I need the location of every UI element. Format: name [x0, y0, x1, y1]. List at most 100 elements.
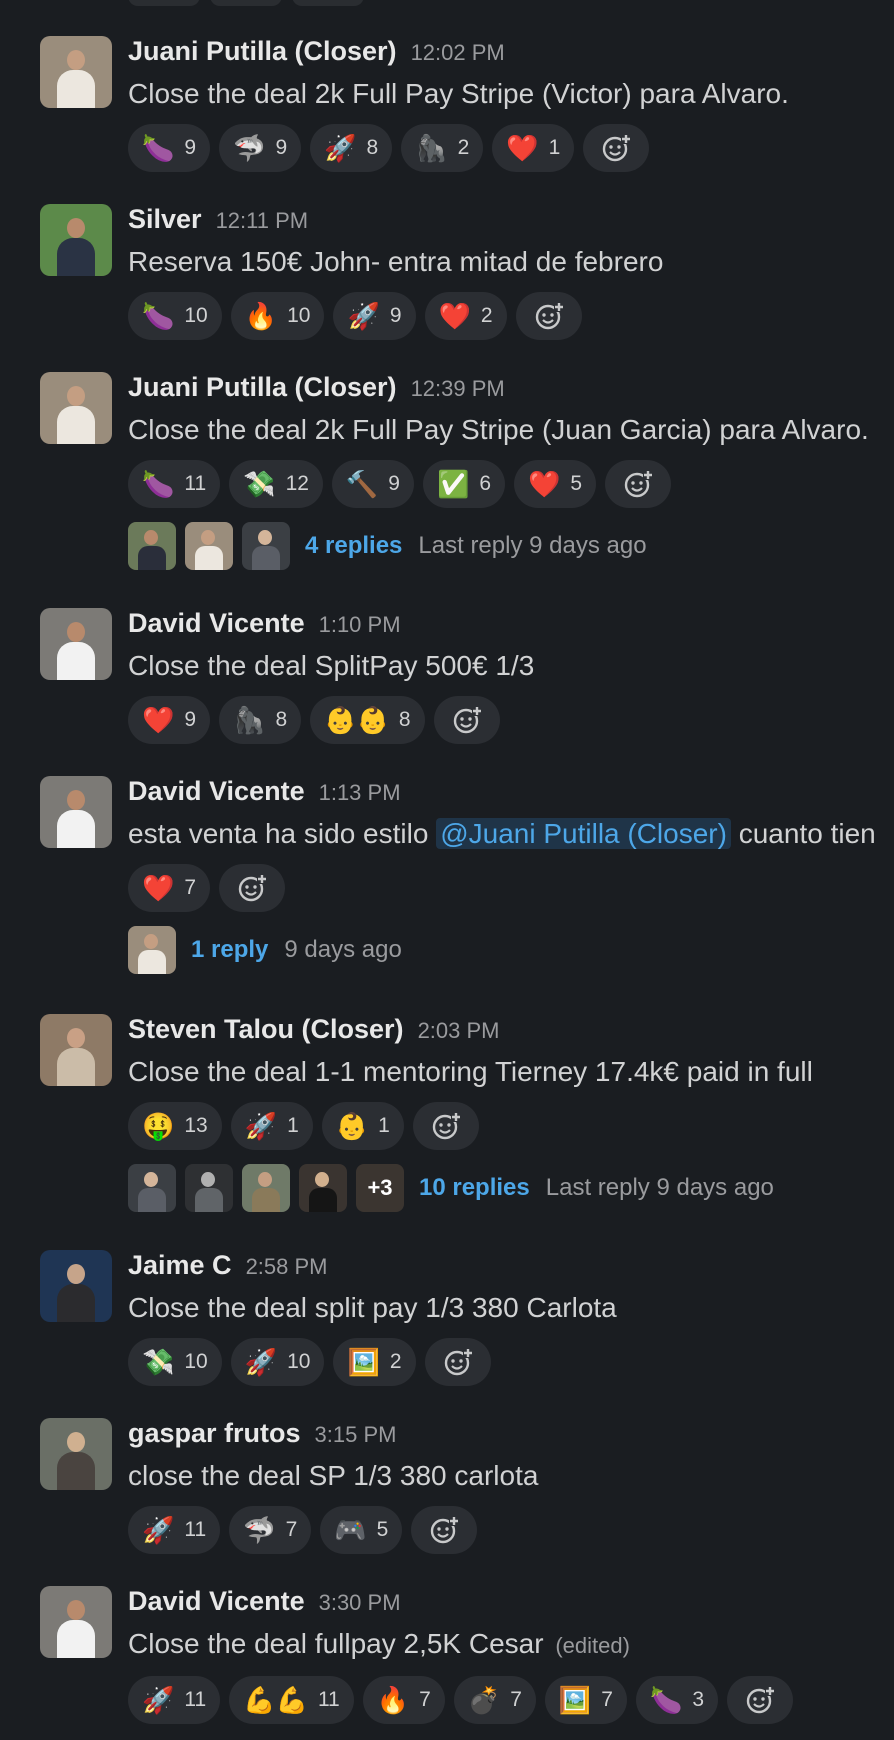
- sender-name[interactable]: Steven Talou (Closer): [128, 1014, 404, 1045]
- thread-replies-link[interactable]: 1 reply: [191, 936, 268, 964]
- reaction-pill[interactable]: 💣 7: [453, 1676, 536, 1724]
- reaction-bar: 🚀 11 🦈 7 🎮 5: [128, 1506, 894, 1554]
- reaction-pill[interactable]: 🚀 9: [333, 292, 416, 340]
- avatar[interactable]: [40, 1014, 112, 1086]
- message-timestamp[interactable]: 1:13 PM: [319, 780, 401, 806]
- sender-name[interactable]: Silver: [128, 204, 202, 235]
- reaction-pill[interactable]: 👶 1: [321, 1102, 404, 1150]
- reaction-pill[interactable]: 🔨 9: [331, 460, 414, 508]
- add-reaction-button[interactable]: [605, 460, 672, 508]
- sender-name[interactable]: Jaime C: [128, 1250, 232, 1281]
- reaction-count: 9: [184, 708, 197, 731]
- reaction-pill[interactable]: 🦍 8: [219, 696, 302, 744]
- message-timestamp[interactable]: 3:15 PM: [315, 1422, 397, 1448]
- message-timestamp[interactable]: 2:58 PM: [246, 1254, 328, 1280]
- reaction-pill[interactable]: 🚀 11: [128, 1676, 221, 1724]
- reaction-pill[interactable]: 💸 12: [229, 460, 323, 508]
- reaction-pill[interactable]: 🚀 1: [230, 1102, 313, 1150]
- thread-summary[interactable]: 1 reply 9 days ago: [128, 926, 894, 974]
- reaction-pill[interactable]: 👶👶 8: [310, 696, 425, 744]
- avatar[interactable]: [40, 36, 112, 108]
- reaction-pill[interactable]: 🤑 13: [128, 1102, 222, 1150]
- avatar[interactable]: [40, 1586, 112, 1658]
- bomb-icon: 💣: [467, 1685, 501, 1715]
- reaction-count: 2: [457, 136, 470, 159]
- reaction-pill[interactable]: 🔥 10: [230, 292, 325, 340]
- reaction-pill[interactable]: 💸 10: [128, 1338, 222, 1386]
- add-reaction-button[interactable]: [412, 1102, 479, 1150]
- message-timestamp[interactable]: 1:10 PM: [319, 612, 401, 638]
- reaction-pill[interactable]: 🍆 11: [128, 460, 221, 508]
- add-reaction-button[interactable]: [433, 696, 500, 744]
- reaction-pill[interactable]: ❤️ 1: [492, 124, 575, 172]
- thread-more-avatars: +3: [356, 1164, 404, 1212]
- reaction-pill[interactable]: ❤️ 5: [514, 460, 597, 508]
- reaction-count: 9: [388, 472, 400, 495]
- reaction-count: 10: [184, 1350, 208, 1373]
- reaction-pill[interactable]: 🚀 8: [310, 124, 393, 172]
- user-mention[interactable]: @Juani Putilla (Closer): [436, 818, 731, 849]
- message-timestamp[interactable]: 2:03 PM: [418, 1018, 500, 1044]
- reaction-pill[interactable]: 💪💪 11: [229, 1676, 354, 1724]
- reaction-pill[interactable]: ❤️ 7: [128, 864, 211, 912]
- avatar[interactable]: [40, 608, 112, 680]
- sender-name[interactable]: Juani Putilla (Closer): [128, 36, 397, 67]
- reaction-pill[interactable]: ❤️ 2: [424, 292, 507, 340]
- reaction-pill[interactable]: 🍆 10: [128, 292, 222, 340]
- avatar[interactable]: [40, 372, 112, 444]
- thread-summary[interactable]: 4 replies Last reply 9 days ago: [128, 522, 894, 570]
- reaction-pill[interactable]: 🚀 10: [230, 1338, 325, 1386]
- avatar[interactable]: [40, 1250, 112, 1322]
- sender-name[interactable]: David Vicente: [128, 608, 305, 639]
- sender-name[interactable]: Juani Putilla (Closer): [128, 372, 397, 403]
- reaction-count: 7: [184, 876, 197, 899]
- add-reaction-icon: [453, 706, 482, 734]
- reaction-pill[interactable]: 🍆 9: [128, 124, 211, 172]
- reaction-count: 5: [376, 1518, 389, 1541]
- avatar[interactable]: [40, 1418, 112, 1490]
- message-timestamp[interactable]: 12:02 PM: [411, 40, 505, 66]
- reaction-pill[interactable]: ✅ 6: [422, 460, 506, 508]
- message-timestamp[interactable]: 12:11 PM: [216, 208, 309, 234]
- reaction-pill[interactable]: 🔥 7: [362, 1676, 445, 1724]
- sender-name[interactable]: David Vicente: [128, 1586, 305, 1617]
- rocket-icon: 🚀: [324, 133, 357, 163]
- reaction-pill[interactable]: 🚀 11: [128, 1506, 221, 1554]
- reaction-pill[interactable]: 🖼️ 7: [544, 1676, 627, 1724]
- reaction-pill[interactable]: ❤️ 9: [128, 696, 211, 744]
- message-timestamp[interactable]: 12:39 PM: [411, 376, 505, 402]
- reaction-bar: 🍆 9 🦈 9 🚀 8 🦍 2 ❤️ 1: [128, 124, 894, 172]
- message-text: Close the deal fullpay 2,5K Cesar (edite…: [128, 1626, 894, 1664]
- reaction-pill[interactable]: 🦍 2: [401, 124, 484, 172]
- avatar[interactable]: [40, 776, 112, 848]
- thread-last-reply: Last reply 9 days ago: [545, 1174, 774, 1201]
- thread-participant-avatar: [128, 522, 176, 570]
- message-text: esta venta ha sido estilo @Juani Putilla…: [128, 816, 894, 852]
- sender-name[interactable]: gaspar frutos: [128, 1418, 301, 1449]
- reaction-pill[interactable]: 🦈 9: [219, 124, 302, 172]
- thread-replies-link[interactable]: 10 replies: [419, 1174, 530, 1202]
- reaction-count: 8: [275, 708, 288, 731]
- thread-replies-link[interactable]: 4 replies: [305, 532, 402, 560]
- avatar[interactable]: [40, 204, 112, 276]
- reaction-count: 11: [184, 1518, 207, 1541]
- heart-icon: ❤️: [438, 301, 471, 331]
- reaction-pill[interactable]: 🍆 3: [635, 1676, 718, 1724]
- thread-participant-avatar: [128, 1164, 176, 1212]
- reaction-pill[interactable]: 🎮 5: [320, 1506, 403, 1554]
- message-text-start: esta venta ha sido estilo: [128, 818, 437, 849]
- message-text: Close the deal SplitPay 500€ 1/3: [128, 650, 535, 681]
- reaction-pill[interactable]: 🦈 7: [229, 1506, 312, 1554]
- sender-name[interactable]: David Vicente: [128, 776, 305, 807]
- add-reaction-button[interactable]: [515, 292, 582, 340]
- add-reaction-button[interactable]: [583, 124, 650, 172]
- message-text: Close the deal 2k Full Pay Stripe (Victo…: [128, 78, 789, 109]
- reaction-pill[interactable]: 🖼️ 2: [333, 1338, 416, 1386]
- thread-summary[interactable]: +3 10 replies Last reply 9 days ago: [128, 1164, 894, 1212]
- message-timestamp[interactable]: 3:30 PM: [319, 1590, 401, 1616]
- add-reaction-button[interactable]: [424, 1338, 491, 1386]
- rocket-icon: 🚀: [347, 301, 380, 331]
- add-reaction-button[interactable]: [411, 1506, 478, 1554]
- add-reaction-button[interactable]: [727, 1676, 793, 1724]
- add-reaction-button[interactable]: [219, 864, 286, 912]
